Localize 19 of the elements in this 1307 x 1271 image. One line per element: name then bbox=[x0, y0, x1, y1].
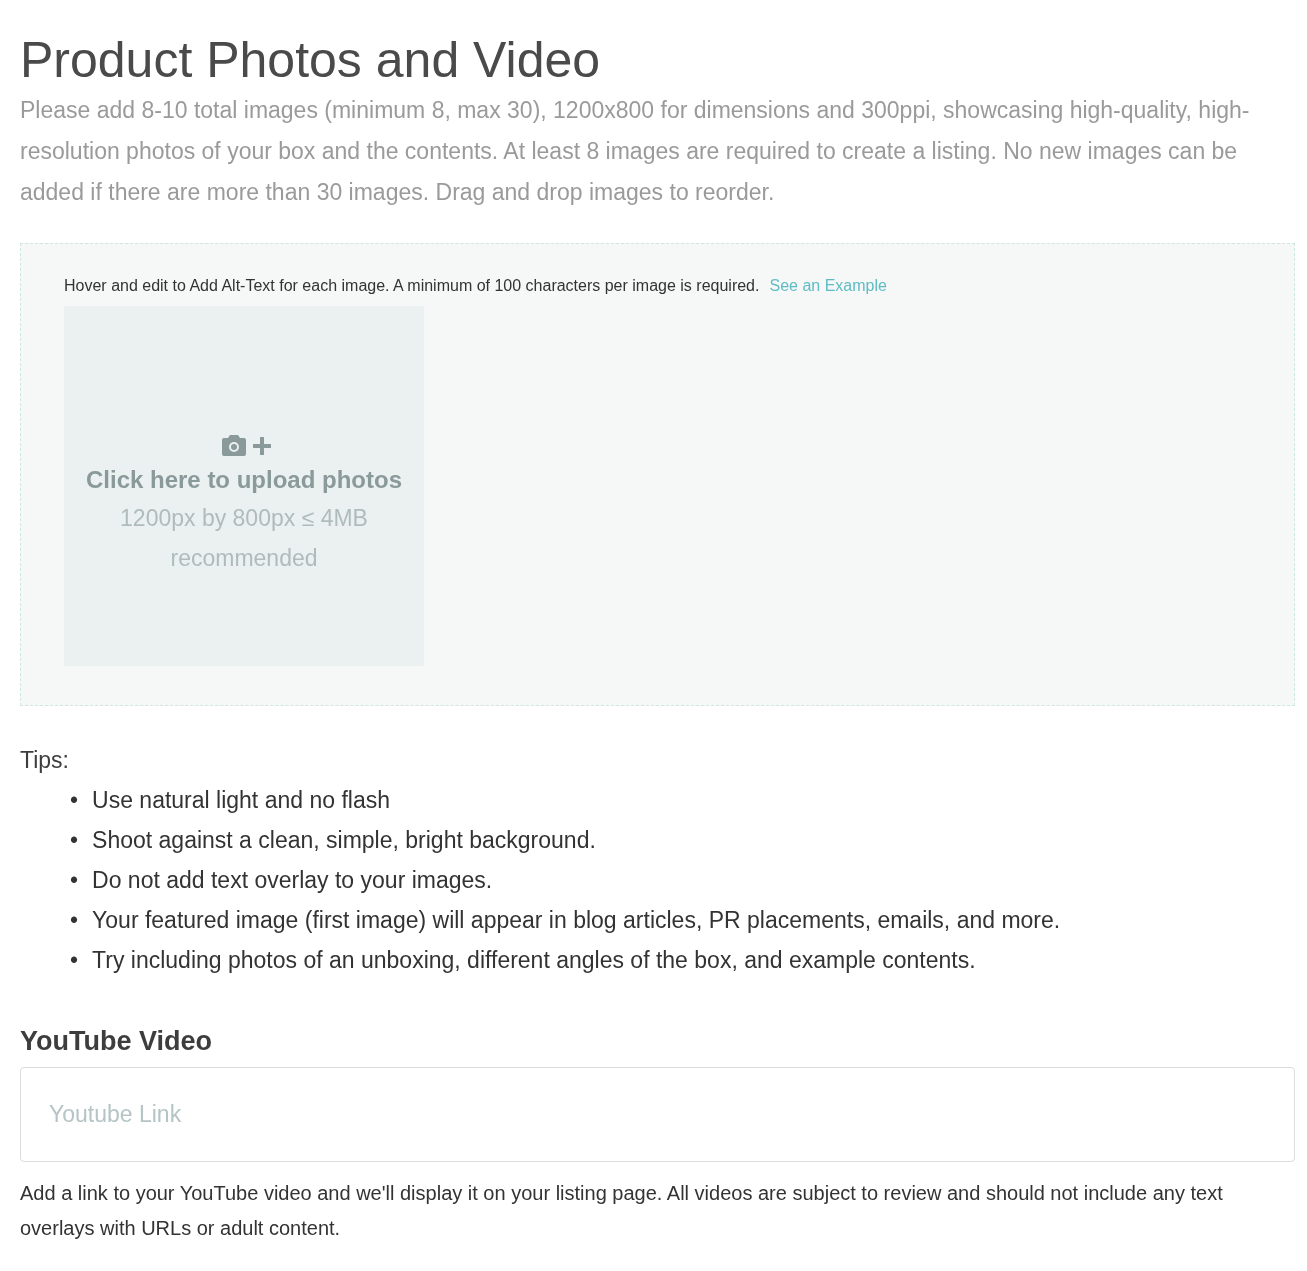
youtube-link-field[interactable]: Youtube Link bbox=[20, 1067, 1295, 1162]
tip-item: Use natural light and no flash bbox=[92, 786, 390, 815]
bullet: • bbox=[70, 866, 79, 895]
tip-item: Do not add text overlay to your images. bbox=[92, 866, 493, 895]
bullet: • bbox=[70, 906, 79, 935]
bullet: • bbox=[70, 946, 79, 975]
page-title: Product Photos and Video bbox=[20, 31, 602, 90]
example-link[interactable]: See an Example bbox=[769, 274, 887, 298]
description-text: Please add 8-10 total images (minimum 8, max 30), 1200x800 for dimensions and 300ppi, showcasing high-quality, high-resolution photos of your box and the contents. At least 8 images are required to create a listing. No new images can be added if there are more than 30 images. Drag and drop images to reorder. bbox=[20, 96, 1251, 207]
tips-label: Tips: bbox=[20, 746, 70, 775]
tip-item: Your featured image (first image) will appear in blog articles, PR placements, emails, and more. bbox=[92, 906, 1061, 935]
help-text: Add a link to your YouTube video and we'll display it on your listing page. All videos are subject to review and should not include any text overlays with URLs or adult content. bbox=[20, 1181, 1224, 1241]
section-heading: YouTube Video bbox=[20, 1026, 213, 1057]
upload-photos-button[interactable]: Click here to upload photos 1200px by 800px ≤ 4MB recommended bbox=[64, 306, 424, 666]
bullet: • bbox=[70, 826, 79, 855]
alt-text-instruction: Hover and edit to Add Alt-Text for each image. A minimum of 100 characters per image is required. bbox=[64, 276, 760, 296]
tip-item: Shoot against a clean, simple, bright background. bbox=[92, 826, 596, 855]
bullet: • bbox=[70, 786, 79, 815]
tip-item: Try including photos of an unboxing, different angles of the box, and example contents. bbox=[92, 946, 976, 975]
